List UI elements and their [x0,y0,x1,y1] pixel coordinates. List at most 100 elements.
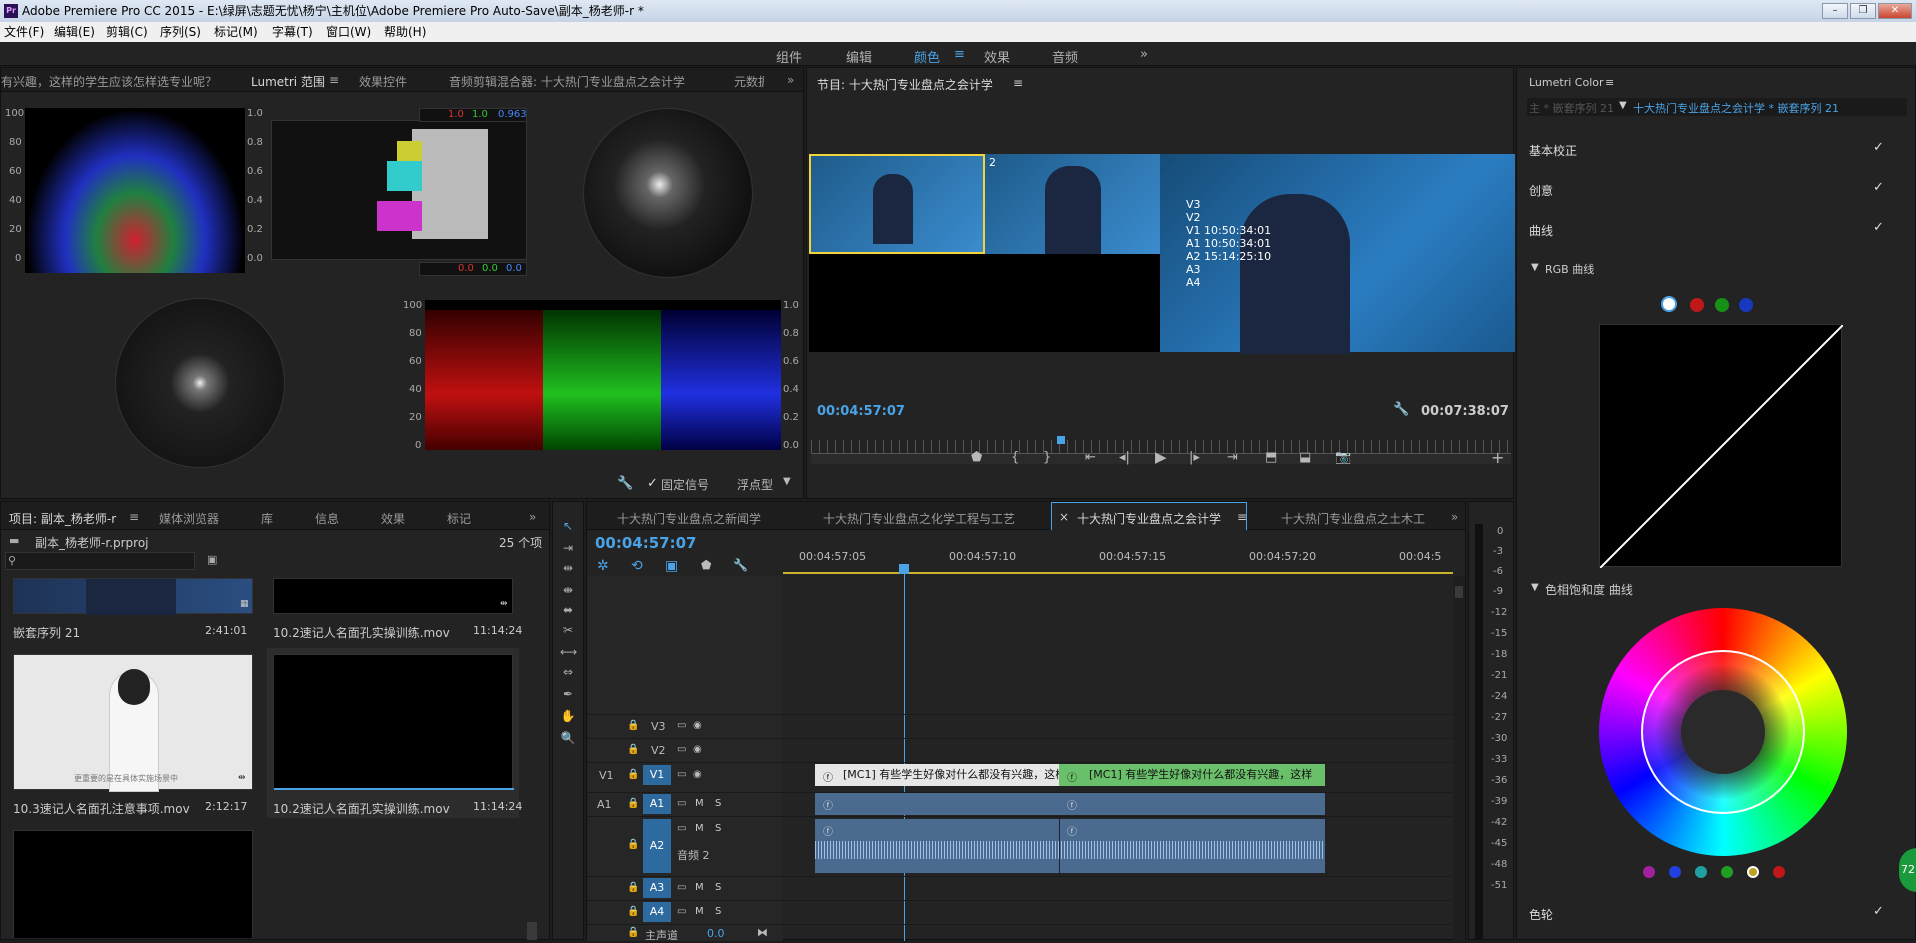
multicam-angle-1[interactable] [809,154,985,254]
menu-help[interactable]: 帮助(H) [384,22,426,42]
eye-icon[interactable]: ◉ [693,769,702,780]
hue-saturation-wheel[interactable] [1599,608,1847,856]
tab-menu-icon[interactable]: ≡ [329,73,339,87]
sync-lock-icon[interactable]: ▭ [677,769,686,780]
lumetri-menu-icon[interactable]: ≡ [1605,76,1614,89]
go-to-in-icon[interactable]: ⇤ [1085,450,1096,465]
tab-sequence-civil[interactable]: 十大热门专业盘点之土木工 [1281,510,1433,527]
master-clip-crumb[interactable]: 主 * 嵌套序列 21 [1529,100,1617,116]
red-curve-swatch[interactable] [1690,298,1704,312]
clamp-checkbox[interactable]: ✓ [647,476,658,491]
chevron-down-icon[interactable]: ▼ [1531,582,1539,593]
track-target-a3[interactable]: A3 [643,878,671,898]
rolling-edit-tool-icon[interactable]: ⇼ [560,582,576,598]
section-color-wheels[interactable]: 色轮 [1529,906,1553,923]
extract-icon[interactable]: ⬓ [1299,450,1311,465]
tab-sequence-chemical[interactable]: 十大热门专业盘点之化学工程与工艺 [823,510,1015,527]
tab-media-browser[interactable]: 媒体浏览器 [159,510,219,527]
workspace-editing[interactable]: 编辑 [846,47,872,66]
lock-icon[interactable]: 🔒 [627,882,639,893]
track-target-a2[interactable]: A2 [643,819,671,873]
lock-icon[interactable]: 🔒 [627,769,639,780]
program-menu-icon[interactable]: ≡ [1013,76,1023,90]
timeline-ruler[interactable]: 00:04:57:05 00:04:57:10 00:04:57:15 00:0… [783,544,1453,574]
thumbnail[interactable] [13,830,253,938]
project-menu-icon[interactable]: ≡ [129,510,139,524]
workspace-effects[interactable]: 效果 [984,47,1010,66]
speaker-icon[interactable]: ▭ [677,906,686,917]
cyan-swatch[interactable] [1695,866,1707,878]
add-marker-icon[interactable]: ⬟ [971,450,982,465]
tabs-more-icon[interactable]: » [1451,510,1458,524]
selection-tool-icon[interactable]: ↖ [560,518,576,534]
add-marker-icon[interactable]: ▣ [665,558,678,574]
tab-markers[interactable]: 标记 [447,510,471,527]
scroll-thumb[interactable] [1455,586,1463,598]
thumbnail[interactable]: ⇹ [273,578,513,614]
lock-icon[interactable]: 🔒 [627,798,639,809]
lock-icon[interactable]: 🔒 [627,744,639,755]
workspace-audio[interactable]: 音频 [1052,47,1078,66]
thumbnail[interactable]: 更重要的是在具体实施场景中 ⇹ [13,654,253,791]
pen-tool-icon[interactable]: ✒ [560,686,576,702]
magenta-swatch[interactable] [1643,866,1655,878]
export-frame-icon[interactable]: 📷 [1335,450,1351,465]
lock-icon[interactable]: 🔒 [627,927,639,938]
tab-audio-mixer[interactable]: 音频剪辑混合器: 十大热门专业盘点之会计学 [449,73,685,90]
eye-icon[interactable]: ◉ [693,720,702,731]
master-volume-value[interactable]: 0.0 [707,927,725,940]
snap-icon[interactable]: ✲ [597,558,609,574]
chevron-down-icon[interactable]: ▼ [1531,262,1539,273]
track-target-v1[interactable]: V1 [643,765,671,785]
floating-badge[interactable]: 72 [1899,848,1916,892]
mute-button[interactable]: M [695,798,704,809]
lock-icon[interactable]: 🔒 [627,839,639,850]
source-patch-v1[interactable]: V1 [599,769,614,782]
timeline-playhead-handle[interactable] [899,564,909,574]
workspace-color[interactable]: 颜色 [914,47,940,66]
tab-menu-icon[interactable]: ≡ [1237,510,1247,524]
search-input[interactable]: ⚲ [5,552,195,570]
speaker-icon[interactable]: ▭ [677,823,686,834]
track-select-tool-icon[interactable]: ⇥ [560,540,576,556]
tab-effects[interactable]: 效果 [381,510,405,527]
red-swatch[interactable] [1773,866,1785,878]
workspace-assembly[interactable]: 组件 [776,47,802,66]
menu-clip[interactable]: 剪辑(C) [106,22,148,42]
blue-swatch[interactable] [1669,866,1681,878]
wrench-icon[interactable]: 🔧 [617,476,633,491]
menu-marker[interactable]: 标记(M) [214,22,258,42]
color-wheels-checkbox[interactable]: ✓ [1873,904,1884,919]
tabs-more-icon[interactable]: » [529,510,536,524]
menu-title[interactable]: 字幕(T) [272,22,313,42]
ripple-edit-tool-icon[interactable]: ⇹ [560,560,576,576]
rate-stretch-tool-icon[interactable]: ⬌ [560,602,576,618]
creative-checkbox[interactable]: ✓ [1873,180,1884,195]
video-clip-2[interactable]: [MC1] 有些学生好像对什么都没有兴趣，这样 [1059,764,1325,786]
workspace-more-icon[interactable]: » [1140,47,1148,62]
slip-tool-icon[interactable]: ⟷ [560,644,577,660]
sync-lock-icon[interactable]: ▭ [677,744,686,755]
float-dropdown[interactable]: 浮点型 [737,476,773,493]
rgb-curve-editor[interactable] [1599,324,1844,569]
menu-edit[interactable]: 编辑(E) [54,22,95,42]
multicam-angle-2[interactable]: 2 [985,154,1160,254]
solo-button[interactable]: S [715,882,721,893]
tabs-more-icon[interactable]: » [787,73,794,87]
mute-button[interactable]: M [695,823,704,834]
menu-sequence[interactable]: 序列(S) [160,22,201,42]
solo-button[interactable]: S [715,798,721,809]
track-target-a4[interactable]: A4 [643,902,671,922]
tab-metadata[interactable]: 元数据 [734,73,764,90]
timeline-timecode[interactable]: 00:04:57:07 [595,534,697,552]
mark-out-icon[interactable]: } [1043,450,1051,465]
lock-icon[interactable]: 🔒 [627,720,639,731]
luma-curve-swatch[interactable] [1661,296,1677,312]
blue-curve-swatch[interactable] [1739,298,1753,312]
basic-correction-checkbox[interactable]: ✓ [1873,140,1884,155]
zoom-tool-icon[interactable]: 🔍 [560,730,576,746]
section-creative[interactable]: 创意 [1529,182,1553,199]
lift-icon[interactable]: ⬒ [1265,450,1277,465]
chevron-down-icon[interactable]: ▼ [783,476,791,487]
sync-lock-icon[interactable]: ▭ [677,720,686,731]
